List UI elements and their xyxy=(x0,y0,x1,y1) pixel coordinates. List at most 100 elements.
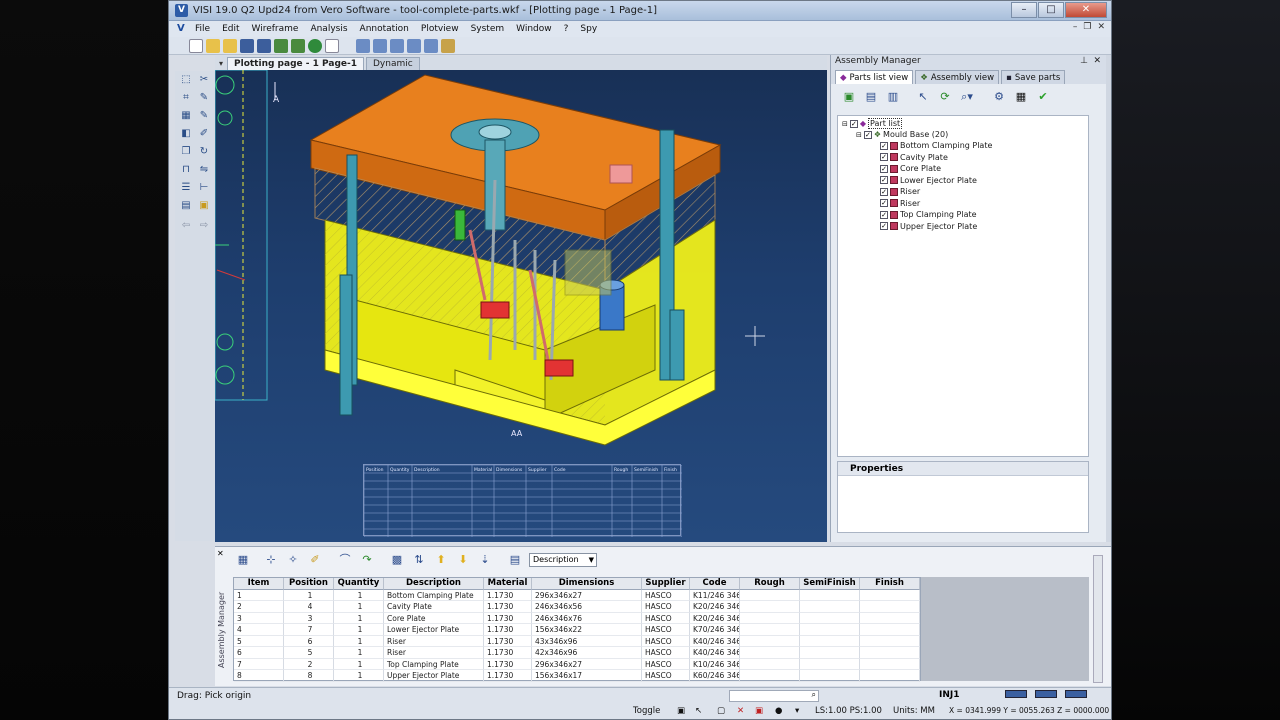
cancel-icon[interactable]: ✕ xyxy=(737,706,744,716)
table-cell[interactable]: 1 xyxy=(334,647,384,659)
table-row[interactable]: 8 8 1 Upper Ejector Plate 1.1730 156x346x17 HA… xyxy=(234,670,920,682)
back-arrow-icon[interactable]: ⇦ xyxy=(179,219,193,233)
tree-item[interactable]: ✓ Core Plate xyxy=(880,163,941,174)
new-file-icon[interactable] xyxy=(189,38,203,53)
part-checkbox[interactable]: ✓ xyxy=(880,153,888,161)
menu-analysis[interactable]: Analysis xyxy=(310,24,347,34)
table-cell[interactable]: Core Plate xyxy=(384,612,484,624)
status-search-input[interactable]: ⌕ xyxy=(729,690,819,702)
brush-icon[interactable]: ✐ xyxy=(307,552,323,568)
table-cell[interactable]: 42x346x96 xyxy=(532,647,642,659)
table-cell[interactable] xyxy=(740,670,800,682)
mdi-minimize-button[interactable]: – xyxy=(1073,22,1078,32)
table-cell[interactable]: K40/246 346 xyxy=(690,635,740,647)
export-table-icon[interactable]: ▤ xyxy=(507,552,523,568)
table-cell[interactable]: HASCO xyxy=(642,601,690,613)
table-row[interactable]: 2 4 1 Cavity Plate 1.1730 246x346x56 HASCO K20/… xyxy=(234,601,920,613)
part-checkbox[interactable]: ✓ xyxy=(880,210,888,219)
table-cell[interactable] xyxy=(800,589,860,601)
move-down-icon[interactable]: ⬇ xyxy=(455,552,471,568)
close-button[interactable]: ✕ xyxy=(1065,2,1107,18)
assembly-manager-side-tab[interactable]: Assembly Manager xyxy=(217,575,229,685)
table-cell[interactable] xyxy=(800,624,860,636)
column-header-semifinish[interactable]: SemiFinish xyxy=(800,578,860,590)
layers-tool-icon[interactable]: ☰ xyxy=(179,181,193,195)
confirm-check-icon[interactable]: ✔ xyxy=(1035,89,1051,105)
filter-icon[interactable]: ⚙ xyxy=(991,89,1007,105)
attach-icon[interactable]: ⊹ xyxy=(263,552,279,568)
page-icon[interactable] xyxy=(325,38,339,53)
part-checkbox[interactable]: ✓ xyxy=(880,187,888,196)
menu-window[interactable]: Window xyxy=(516,24,552,34)
table-icon[interactable]: ▦ xyxy=(235,552,251,568)
table-cell[interactable] xyxy=(740,635,800,647)
tree-item[interactable]: ✓ Cavity Plate xyxy=(880,152,948,163)
column-header-supplier[interactable]: Supplier xyxy=(642,578,690,590)
mould-base-checkbox[interactable]: ✓ xyxy=(863,130,872,139)
tree-root[interactable]: ⊟ ✓ ◆ Part list xyxy=(842,118,903,129)
table-cell[interactable]: HASCO xyxy=(642,647,690,659)
table-cell[interactable] xyxy=(800,612,860,624)
tab-parts-list-view[interactable]: ◆ Parts list view xyxy=(835,70,914,84)
sort-field-dropdown[interactable]: Description ▼ xyxy=(529,553,597,567)
pen-tool-icon[interactable]: ✎ xyxy=(197,91,211,105)
table-cell[interactable]: 296x346x27 xyxy=(532,589,642,601)
table-cell[interactable] xyxy=(740,601,800,613)
warning-icon[interactable]: ▣ xyxy=(755,706,763,716)
layer-icon[interactable] xyxy=(373,38,387,53)
table-cell[interactable] xyxy=(740,624,800,636)
export-icon[interactable] xyxy=(274,38,288,53)
cylinder-icon[interactable] xyxy=(390,38,404,53)
refresh-icon[interactable]: ⟳ xyxy=(937,89,953,105)
tree-item[interactable]: ✓ Top Clamping Plate xyxy=(880,209,977,220)
add-part-icon[interactable]: ▣ xyxy=(841,89,857,105)
tab-assembly-view[interactable]: ❖ Assembly view xyxy=(915,70,1000,84)
menu-wireframe[interactable]: Wireframe xyxy=(252,24,299,34)
tree-item[interactable]: ✓ Upper Ejector Plate xyxy=(880,221,977,232)
tab-scroll-icon[interactable]: ▾ xyxy=(219,59,223,68)
find-icon[interactable]: ⌕▾ xyxy=(959,89,975,105)
sort-az-icon[interactable]: ⇣ xyxy=(477,552,493,568)
table-cell[interactable]: 156x346x22 xyxy=(532,624,642,636)
arc-icon[interactable]: ⌒ xyxy=(337,552,353,568)
table-cell[interactable] xyxy=(740,647,800,659)
edit-part-icon[interactable]: ▤ xyxy=(863,89,879,105)
tab-dynamic[interactable]: Dynamic xyxy=(365,57,420,70)
table-cell[interactable]: K20/246 346 xyxy=(690,601,740,613)
sort-icon[interactable]: ⇅ xyxy=(411,552,427,568)
maximize-button[interactable]: □ xyxy=(1038,2,1064,18)
text-tool-icon[interactable]: ▤ xyxy=(179,199,193,213)
table-cell[interactable]: K60/246 346 xyxy=(690,670,740,682)
table-cell[interactable]: 1.1730 xyxy=(484,589,532,601)
scissors-tool-icon[interactable]: ✂ xyxy=(197,73,211,87)
snap-icon[interactable]: ▢ xyxy=(717,706,725,716)
column-header-code[interactable]: Code xyxy=(690,578,740,590)
table-cell[interactable]: 1.1730 xyxy=(484,670,532,682)
table-cell[interactable] xyxy=(860,624,920,636)
table-cell[interactable]: HASCO xyxy=(642,589,690,601)
table-cell[interactable]: 3 xyxy=(284,612,334,624)
table-cell[interactable]: 2 xyxy=(284,658,334,670)
table-cell[interactable]: 1 xyxy=(234,589,284,601)
column-header-position[interactable]: Position xyxy=(284,578,334,590)
table-cell[interactable]: K11/246 346 xyxy=(690,589,740,601)
table-cell[interactable]: K70/246 346 xyxy=(690,624,740,636)
table-cell[interactable] xyxy=(800,658,860,670)
table-cell[interactable]: 43x346x96 xyxy=(532,635,642,647)
measure-tool-icon[interactable]: ⊢ xyxy=(197,181,211,195)
table-cell[interactable]: K40/246 346 xyxy=(690,647,740,659)
menu-edit[interactable]: Edit xyxy=(222,24,239,34)
table-cell[interactable]: 1 xyxy=(334,612,384,624)
column-header-item[interactable]: Item xyxy=(234,578,284,590)
table-cell[interactable]: 1 xyxy=(334,658,384,670)
table-cell[interactable]: 1 xyxy=(334,589,384,601)
menu-system[interactable]: System xyxy=(471,24,505,34)
pick-icon[interactable]: ↖ xyxy=(915,89,931,105)
table-cell[interactable]: Top Clamping Plate xyxy=(384,658,484,670)
properties-icon[interactable]: ▥ xyxy=(885,89,901,105)
table-cell[interactable]: 8 xyxy=(234,670,284,682)
bom-scrollbar[interactable] xyxy=(1093,555,1103,683)
menu-spy[interactable]: Spy xyxy=(580,24,597,34)
table-cell[interactable]: 296x346x27 xyxy=(532,658,642,670)
table-cell[interactable] xyxy=(860,589,920,601)
